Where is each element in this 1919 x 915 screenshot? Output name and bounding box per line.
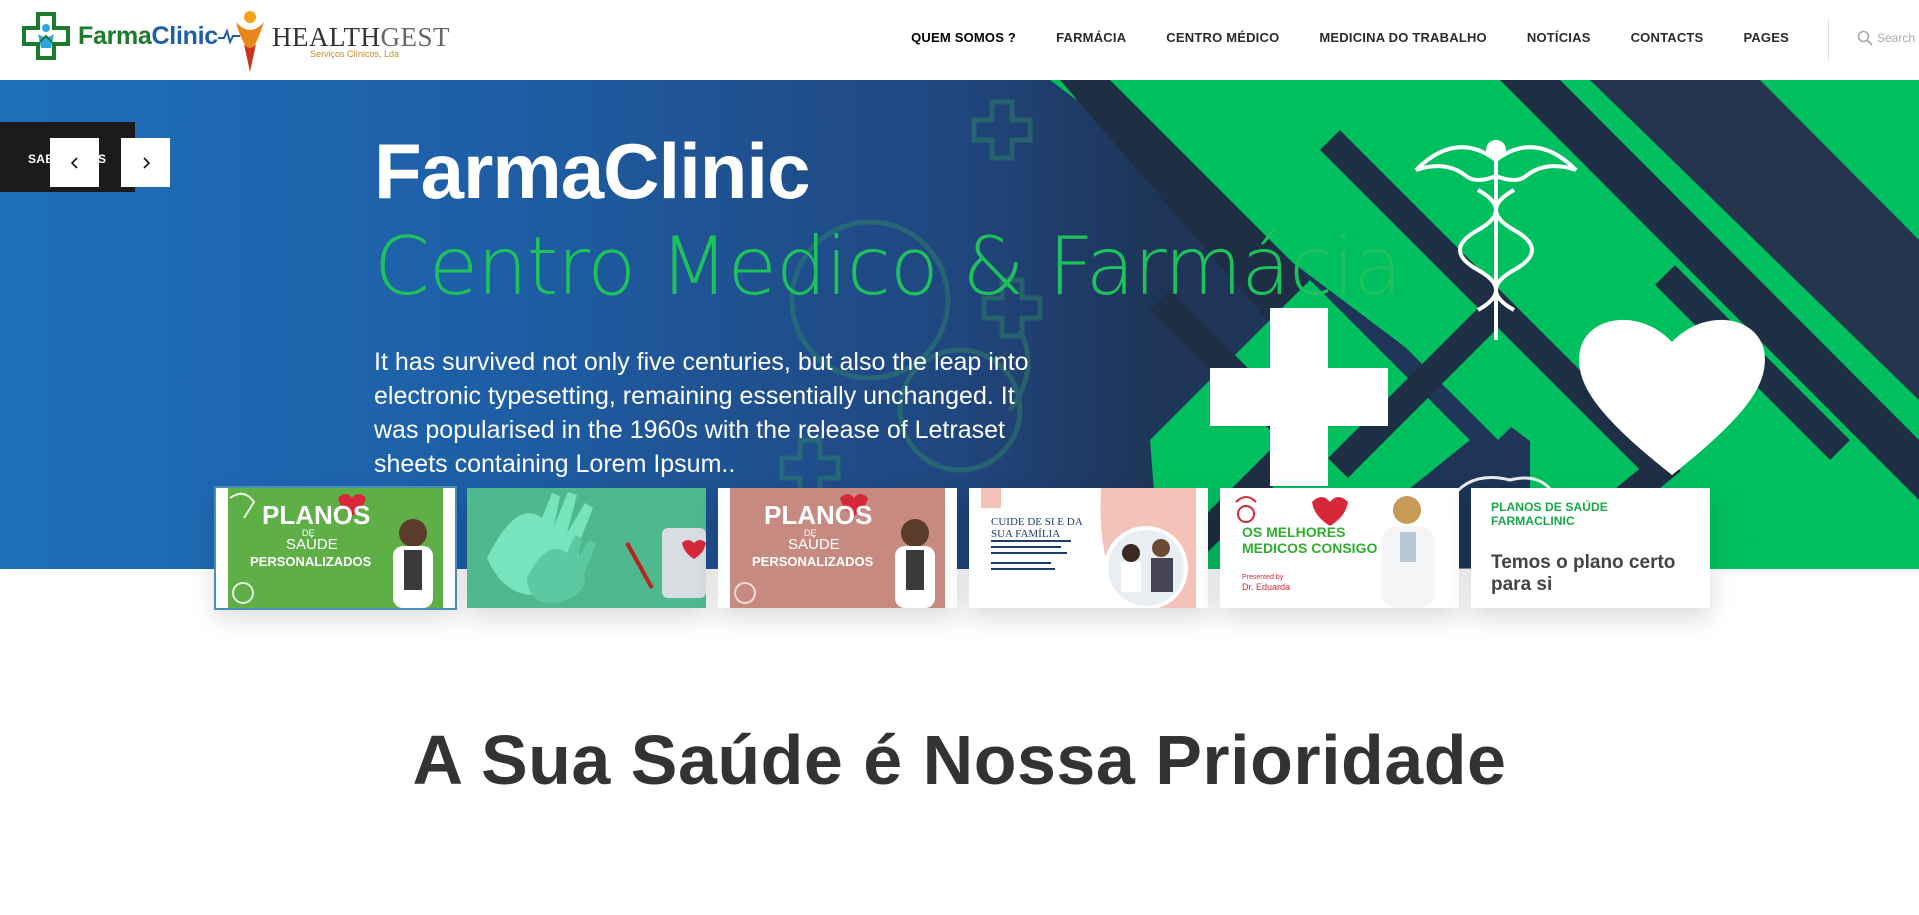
nav-quem-somos[interactable]: QUEM SOMOS ? <box>911 30 1016 45</box>
search-box[interactable] <box>1857 30 1919 46</box>
nav-contacts[interactable]: CONTACTS <box>1631 30 1704 45</box>
thumb-card-text: MEDICOS CONSIGO <box>1242 540 1378 556</box>
thumb-card-text: PERSONALIZADOS <box>250 554 372 569</box>
card-label: PLANOS DE SAÚDE FARMACLINIC <box>1491 500 1608 528</box>
thumb-card-text: PLANOS <box>262 500 371 530</box>
thumb-card-plano-certo[interactable]: PLANOS DE SAÚDE FARMACLINIC Temos o plan… <box>1471 488 1710 608</box>
slider-next-button[interactable] <box>121 138 170 187</box>
nav-divider <box>1828 20 1829 60</box>
nav-centro-medico[interactable]: CENTRO MÉDICO <box>1166 30 1279 45</box>
search-input[interactable] <box>1877 31 1919 45</box>
thumb-card-text: SAÚDE <box>788 536 840 553</box>
card-title: Temos o plano certo para si <box>1491 552 1676 595</box>
thumb-card-text: Presented by <box>1242 574 1284 581</box>
slider-thumbnails: PLANOS DE SAÚDE PERSONALIZADOS PLANOS DE… <box>214 486 1722 610</box>
hero-subtitle: Centro Medico & Farmácia <box>374 220 1402 313</box>
healthgest-logo[interactable]: HEALTHGEST Serviços Clínicos, Lda <box>232 8 450 74</box>
main-nav: QUEM SOMOS ? FARMÁCIA CENTRO MÉDICO MEDI… <box>871 30 1789 45</box>
thumb-card-text: CUIDE DE SI E DA <box>991 516 1083 528</box>
search-icon[interactable] <box>1857 30 1873 46</box>
thumb-card-planos-green[interactable]: PLANOS DE SAÚDE PERSONALIZADOS <box>214 486 457 610</box>
hero-description: It has survived not only five centuries,… <box>374 348 1029 478</box>
hands-thumbnail <box>467 488 706 608</box>
nav-medicina-do-trabalho[interactable]: MEDICINA DO TRABALHO <box>1319 30 1486 45</box>
chevron-left-icon <box>70 156 78 169</box>
thumb-card-text: OS MELHORES <box>1242 524 1346 540</box>
thumb-card-planos-pink[interactable]: PLANOS DE SAÚDE PERSONALIZADOS <box>718 488 957 608</box>
thumb-card-text: PERSONALIZADOS <box>752 554 874 569</box>
thumb-card-text: PLANOS <box>764 500 873 530</box>
planos-saude-pink-thumbnail: PLANOS DE SAÚDE PERSONALIZADOS <box>730 488 945 608</box>
healthgest-wordmark: HEALTHGEST Serviços Clínicos, Lda <box>272 22 450 59</box>
nav-pages[interactable]: PAGES <box>1743 30 1789 45</box>
medicos-thumbnail: OS MELHORES MEDICOS CONSIGO Presented by… <box>1232 488 1447 608</box>
thumb-card-text: SAÚDE <box>286 536 338 553</box>
nav-farmacia[interactable]: FARMÁCIA <box>1056 30 1126 45</box>
site-header: FarmaClinic HEALTHGEST Serviços Clínicos… <box>0 0 1919 80</box>
healthgest-figure-icon <box>236 11 264 72</box>
planos-saude-thumbnail: PLANOS DE SAÚDE PERSONALIZADOS <box>228 488 443 608</box>
thumb-card-familia[interactable]: CUIDE DE SI E DA SUA FAMÍLIA <box>969 488 1208 608</box>
thumb-card-text: SUA FAMÍLIA <box>991 528 1061 540</box>
section-heading: A Sua Saúde é Nossa Prioridade <box>412 721 1507 799</box>
farmaclinic-wordmark: FarmaClinic <box>78 21 218 50</box>
chevron-right-icon <box>142 156 150 169</box>
thumb-card-text: Dr. Eduarda <box>1242 582 1291 592</box>
farmaclinic-cross-icon <box>22 12 70 60</box>
hero-title: FarmaClinic <box>374 127 810 215</box>
thumb-card-medicos[interactable]: OS MELHORES MEDICOS CONSIGO Presented by… <box>1220 488 1459 608</box>
slider-prev-button[interactable] <box>50 138 99 187</box>
thumb-card-hands[interactable] <box>467 488 706 608</box>
familia-thumbnail: CUIDE DE SI E DA SUA FAMÍLIA <box>981 488 1196 608</box>
farmaclinic-logo[interactable]: FarmaClinic <box>20 10 240 62</box>
nav-noticias[interactable]: NOTÍCIAS <box>1527 30 1591 45</box>
